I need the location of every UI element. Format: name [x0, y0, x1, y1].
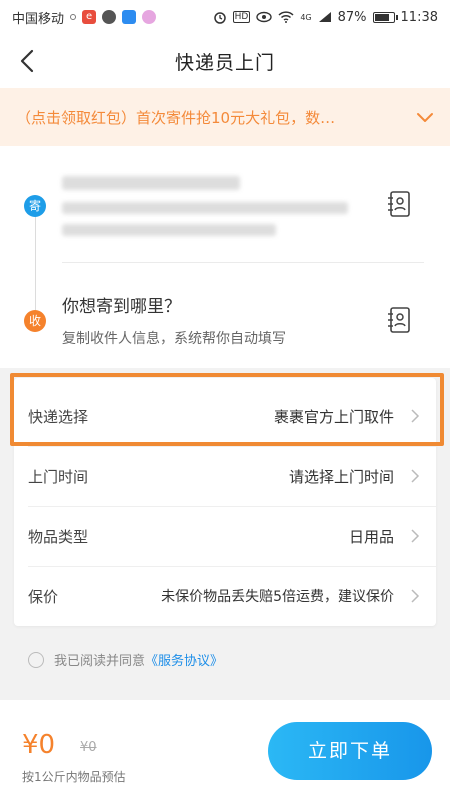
- chevron-right-icon: [411, 529, 420, 543]
- option-label: 保价: [28, 587, 59, 606]
- submit-order-button[interactable]: 立即下单: [268, 722, 432, 780]
- bottom-bar: ¥0 ¥0 按1公斤内物品预估 立即下单: [0, 700, 450, 800]
- battery-percent: 87%: [337, 9, 367, 25]
- receiver-tag: 收: [24, 310, 46, 332]
- message-icon: [102, 10, 117, 24]
- app-notification-icon-2: [122, 10, 137, 24]
- app-notification-icon-3: [142, 10, 157, 24]
- agreement-checkbox[interactable]: [28, 651, 44, 668]
- network-type: 4G: [300, 12, 312, 22]
- eye-icon: [256, 11, 273, 23]
- app-notification-icon: e: [82, 10, 97, 24]
- chevron-right-icon: [411, 589, 420, 603]
- service-agreement-link[interactable]: 《服务协议》: [145, 650, 223, 669]
- receiver-hint[interactable]: 复制收件人信息，系统帮你自动填写: [62, 328, 286, 348]
- contact-book-icon[interactable]: [386, 190, 412, 218]
- receiver-title[interactable]: 你想寄到哪里？: [62, 292, 181, 317]
- carrier-label: 中国移动: [12, 11, 65, 27]
- nav-bar: 快递员上门: [0, 34, 450, 88]
- option-value: 请选择上门时间: [288, 467, 394, 486]
- option-pickup-time[interactable]: 上门时间 请选择上门时间: [14, 446, 436, 506]
- sender-tag: 寄: [24, 195, 46, 217]
- signal-icon: [318, 12, 331, 22]
- price-estimate-note: 按1公斤内物品预估: [22, 770, 126, 784]
- option-label: 上门时间: [28, 467, 89, 486]
- back-arrow-icon[interactable]: [14, 46, 44, 76]
- sender-address-redacted[interactable]: [62, 202, 348, 214]
- option-item-type[interactable]: 物品类型 日用品: [14, 506, 436, 566]
- sender-name-redacted: [62, 176, 240, 190]
- option-value: 日用品: [348, 527, 394, 546]
- option-value: 未保价物品丢失赔5倍运费，建议保价: [161, 589, 394, 605]
- sender-address-redacted-2[interactable]: [62, 224, 276, 236]
- promo-text[interactable]: （点击领取红包）首次寄件抢10元大礼包，数…: [16, 107, 404, 128]
- option-label: 物品类型: [28, 527, 89, 546]
- battery-icon: [372, 11, 398, 23]
- price: ¥0: [22, 730, 56, 760]
- alarm-icon: [213, 12, 226, 24]
- highlight-box: [10, 373, 444, 446]
- agreement-text: 我已阅读并同意: [54, 654, 146, 669]
- original-price: ¥0: [80, 740, 97, 755]
- promo-banner[interactable]: （点击领取红包）首次寄件抢10元大礼包，数…: [0, 88, 450, 146]
- contact-book-icon[interactable]: [386, 306, 412, 334]
- hd-icon: HD: [232, 11, 251, 23]
- chevron-down-icon[interactable]: [414, 106, 436, 128]
- chevron-right-icon: [411, 469, 420, 483]
- address-timeline: [35, 202, 36, 322]
- address-card: 寄 收 你想寄到哪里？ 复制收件人信息，系统帮你自动填写: [0, 146, 450, 368]
- option-insurance[interactable]: 保价 未保价物品丢失赔5倍运费，建议保价: [14, 566, 436, 626]
- address-divider: [62, 262, 424, 263]
- agreement: 我已阅读并同意 《服务协议》: [28, 650, 223, 669]
- clock: 11:38: [400, 9, 438, 25]
- wifi-icon: [278, 11, 294, 23]
- sync-icon: [70, 14, 77, 20]
- page-title: 快递员上门: [174, 51, 275, 74]
- status-bar: 中国移动 e HD 4G 87% 11:38: [0, 0, 450, 34]
